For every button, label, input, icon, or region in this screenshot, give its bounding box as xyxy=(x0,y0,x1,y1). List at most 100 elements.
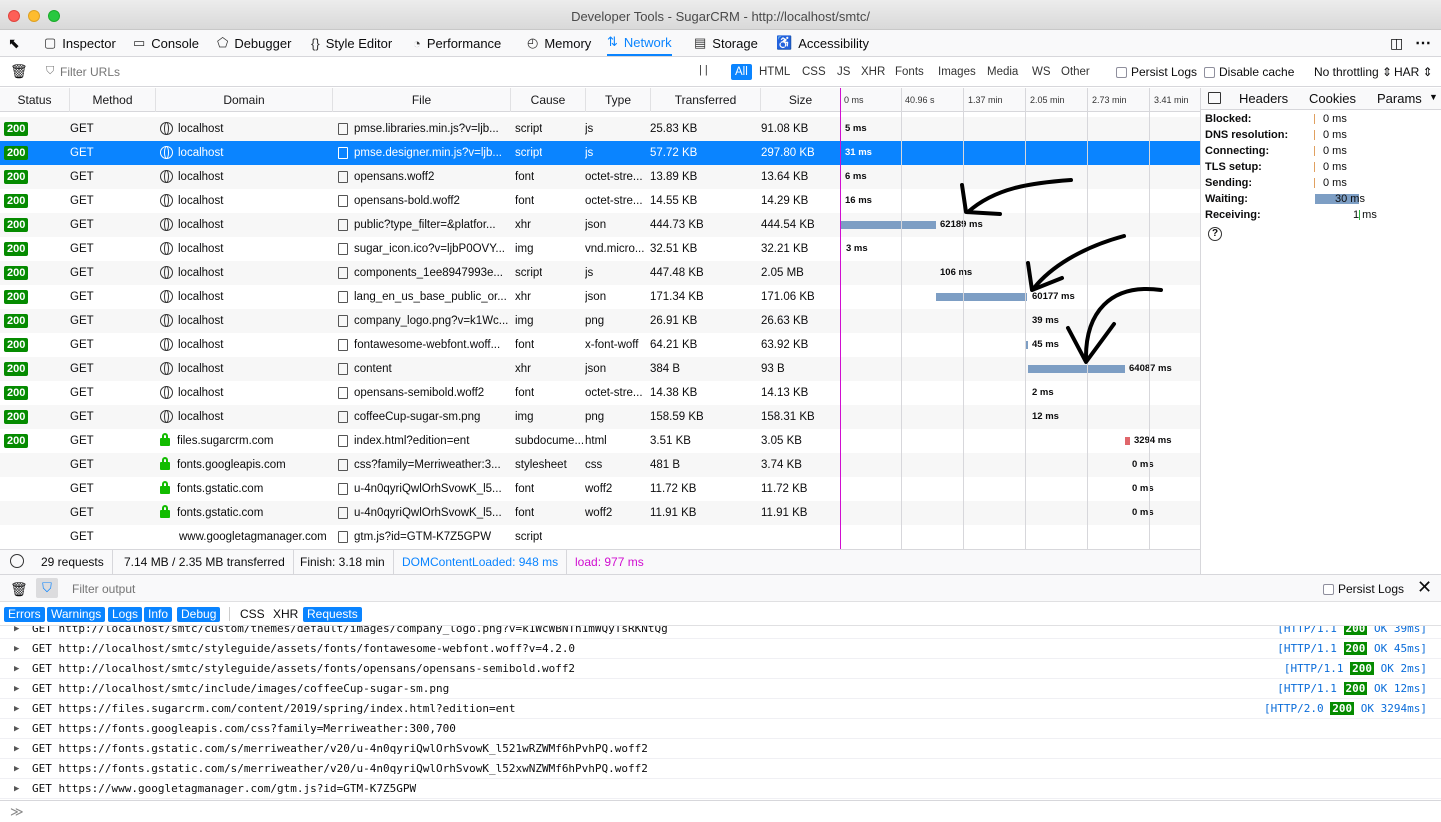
console-input[interactable]: ≫ xyxy=(0,800,1441,822)
expand-icon[interactable]: ▶ xyxy=(14,699,19,719)
filter-errors[interactable]: Errors xyxy=(4,607,45,622)
console-log-row[interactable]: ▶ GET http://localhost/smtc/include/image… xyxy=(0,679,1441,699)
filter-type-js[interactable]: JS xyxy=(833,64,854,80)
log-method: GET xyxy=(32,782,52,795)
dock-icon[interactable]: ◫ xyxy=(1390,30,1403,56)
help-icon[interactable]: ? xyxy=(1208,227,1222,241)
clear-requests-icon[interactable]: 🗑 xyxy=(10,63,28,80)
table-row[interactable]: GET www.googletagmanager.com gtm.js?id=GTM… xyxy=(0,525,1200,549)
filter-warnings[interactable]: Warnings xyxy=(47,607,106,622)
console-persist-logs-checkbox[interactable]: Persist Logs xyxy=(1323,582,1404,596)
tab-inspector[interactable]: ▢ Inspector xyxy=(44,30,116,56)
console-icon: ▭ xyxy=(133,35,146,50)
har-menu[interactable]: HAR ⇕ xyxy=(1394,65,1433,79)
table-row[interactable]: 200 GET localhost lang_en_us_base_public_or… xyxy=(0,285,1200,309)
element-picker-icon[interactable]: ⬉ xyxy=(8,30,20,56)
table-row[interactable]: 200 GET localhost opensans-bold.woff2 font oc… xyxy=(0,189,1200,213)
toggle-sidebar-icon[interactable] xyxy=(1208,92,1221,104)
filter-css[interactable]: CSS xyxy=(236,607,269,622)
timing-bar xyxy=(1314,178,1315,188)
tab-accessibility[interactable]: ♿ Accessibility xyxy=(776,30,869,56)
console-log-row[interactable]: ▶ GET https://fonts.gstatic.com/s/merriwe… xyxy=(0,739,1441,759)
file-text: u-4n0qyriQwlOrhSvowK_l5... xyxy=(354,483,502,495)
tab-console[interactable]: ▭ Console xyxy=(133,30,199,56)
column-domain[interactable]: Domain xyxy=(156,88,333,112)
table-row[interactable]: 200 GET localhost opensans.woff2 font octet-s… xyxy=(0,165,1200,189)
filter-type-all[interactable]: All xyxy=(731,64,752,80)
expand-icon[interactable]: ▶ xyxy=(14,639,19,659)
expand-icon[interactable]: ▶ xyxy=(14,759,19,779)
filter-type-xhr[interactable]: XHR xyxy=(857,64,889,80)
column-size[interactable]: Size xyxy=(761,88,841,112)
clear-console-icon[interactable]: 🗑 xyxy=(10,581,28,598)
tab-performance[interactable]: ◔ Performance xyxy=(413,30,501,56)
filter-type-media[interactable]: Media xyxy=(983,64,1022,80)
column-method[interactable]: Method xyxy=(70,88,156,112)
filter-type-fonts[interactable]: Fonts xyxy=(891,64,928,80)
expand-icon[interactable]: ▶ xyxy=(14,739,19,759)
console-log-row[interactable]: ▶ GET https://files.sugarcrm.com/content/… xyxy=(0,699,1441,719)
filter-output-input[interactable] xyxy=(72,581,672,597)
filter-xhr[interactable]: XHR xyxy=(269,607,302,622)
filter-type-other[interactable]: Other xyxy=(1057,64,1094,80)
filter-requests[interactable]: Requests xyxy=(303,607,362,622)
tab-cookies[interactable]: Cookies xyxy=(1309,88,1356,110)
filter-urls-input[interactable] xyxy=(60,64,660,80)
close-console-icon[interactable]: ✕ xyxy=(1417,577,1432,598)
table-row[interactable]: GET fonts.gstatic.com u-4n0qyriQwlOrhSvowK… xyxy=(0,477,1200,501)
tab-debugger[interactable]: ⬠ Debugger xyxy=(217,30,291,56)
expand-icon[interactable]: ▶ xyxy=(14,659,19,679)
tab-params[interactable]: Params xyxy=(1377,88,1422,110)
table-row[interactable]: 200 GET localhost coffeeCup-sugar-sm.png img… xyxy=(0,405,1200,429)
throttling-select[interactable]: No throttling ⇕ xyxy=(1314,65,1392,79)
console-log-row[interactable]: ▶ GET http://localhost/smtc/styleguide/as… xyxy=(0,639,1441,659)
tabs-overflow-icon[interactable]: ▼ xyxy=(1429,92,1438,102)
filter-type-images[interactable]: Images xyxy=(934,64,980,80)
table-row[interactable]: 200 GET localhost fontawesome-webfont.woff.… xyxy=(0,333,1200,357)
tab-network[interactable]: ⇅ Network xyxy=(607,30,672,56)
file-cell: opensans-bold.woff2 xyxy=(338,189,510,213)
column-status[interactable]: Status xyxy=(0,88,70,112)
pause-button[interactable]: | | xyxy=(699,64,708,76)
expand-icon[interactable]: ▶ xyxy=(14,626,19,639)
console-filter-icon[interactable]: ⛉ xyxy=(36,578,58,598)
filter-type-html[interactable]: HTML xyxy=(755,64,794,80)
filter-logs[interactable]: Logs xyxy=(108,607,143,622)
console-log-row[interactable]: ▶ GET http://localhost/smtc/custom/themes… xyxy=(0,626,1441,639)
performance-analysis-icon[interactable] xyxy=(10,554,24,568)
table-row[interactable]: 200 GET localhost content xhr json 384 B 93 B 64… xyxy=(0,357,1200,381)
column-transferred[interactable]: Transferred xyxy=(651,88,761,112)
console-log-row[interactable]: ▶ GET https://fonts.googleapis.com/css?fa… xyxy=(0,719,1441,739)
filter-type-ws[interactable]: WS xyxy=(1028,64,1055,80)
column-file[interactable]: File xyxy=(333,88,511,112)
tab-headers[interactable]: Headers xyxy=(1239,88,1288,110)
table-row[interactable]: 200 GET files.sugarcrm.com index.html?editi… xyxy=(0,429,1200,453)
table-row[interactable]: 200 GET localhost company_logo.png?v=k1Wc..… xyxy=(0,309,1200,333)
table-row[interactable]: 200 GET localhost pmse.designer.min.js?v=lj… xyxy=(0,141,1200,165)
persist-logs-checkbox[interactable]: Persist Logs xyxy=(1116,65,1197,79)
console-log-row[interactable]: ▶ GET http://localhost/smtc/styleguide/as… xyxy=(0,659,1441,679)
table-row[interactable]: GET fonts.gstatic.com u-4n0qyriQwlOrhSvowK… xyxy=(0,501,1200,525)
expand-icon[interactable]: ▶ xyxy=(14,679,19,699)
filter-type-css[interactable]: CSS xyxy=(798,64,830,80)
expand-icon[interactable]: ▶ xyxy=(14,719,19,739)
column-type[interactable]: Type xyxy=(586,88,651,112)
console-log-row[interactable]: ▶ GET https://www.googletagmanager.com/gt… xyxy=(0,779,1441,799)
column-cause[interactable]: Cause xyxy=(511,88,586,112)
cause-cell: xhr xyxy=(515,363,531,375)
table-row[interactable]: GET fonts.googleapis.com css?family=Merriw… xyxy=(0,453,1200,477)
table-row[interactable]: 200 GET localhost public?type_filter=&platf… xyxy=(0,213,1200,237)
table-row[interactable]: 200 GET localhost opensans-semibold.woff2 fo… xyxy=(0,381,1200,405)
table-row[interactable]: 200 GET localhost components_1ee8947993e...… xyxy=(0,261,1200,285)
tab-storage[interactable]: ▤ Storage xyxy=(694,30,758,56)
disable-cache-checkbox[interactable]: Disable cache xyxy=(1204,65,1294,79)
console-log-row[interactable]: ▶ GET https://fonts.gstatic.com/s/merriwe… xyxy=(0,759,1441,779)
tab-style-editor[interactable]: {} Style Editor xyxy=(311,30,392,56)
filter-debug[interactable]: Debug xyxy=(177,607,221,622)
filter-info[interactable]: Info xyxy=(144,607,173,622)
more-options-icon[interactable]: ⋯ xyxy=(1415,30,1431,56)
expand-icon[interactable]: ▶ xyxy=(14,779,19,799)
table-row[interactable]: 200 GET localhost pmse.libraries.min.js?v=l… xyxy=(0,117,1200,141)
tab-memory[interactable]: ◴ Memory xyxy=(527,30,591,56)
table-row[interactable]: 200 GET localhost sugar_icon.ico?v=ljbP0OVY… xyxy=(0,237,1200,261)
